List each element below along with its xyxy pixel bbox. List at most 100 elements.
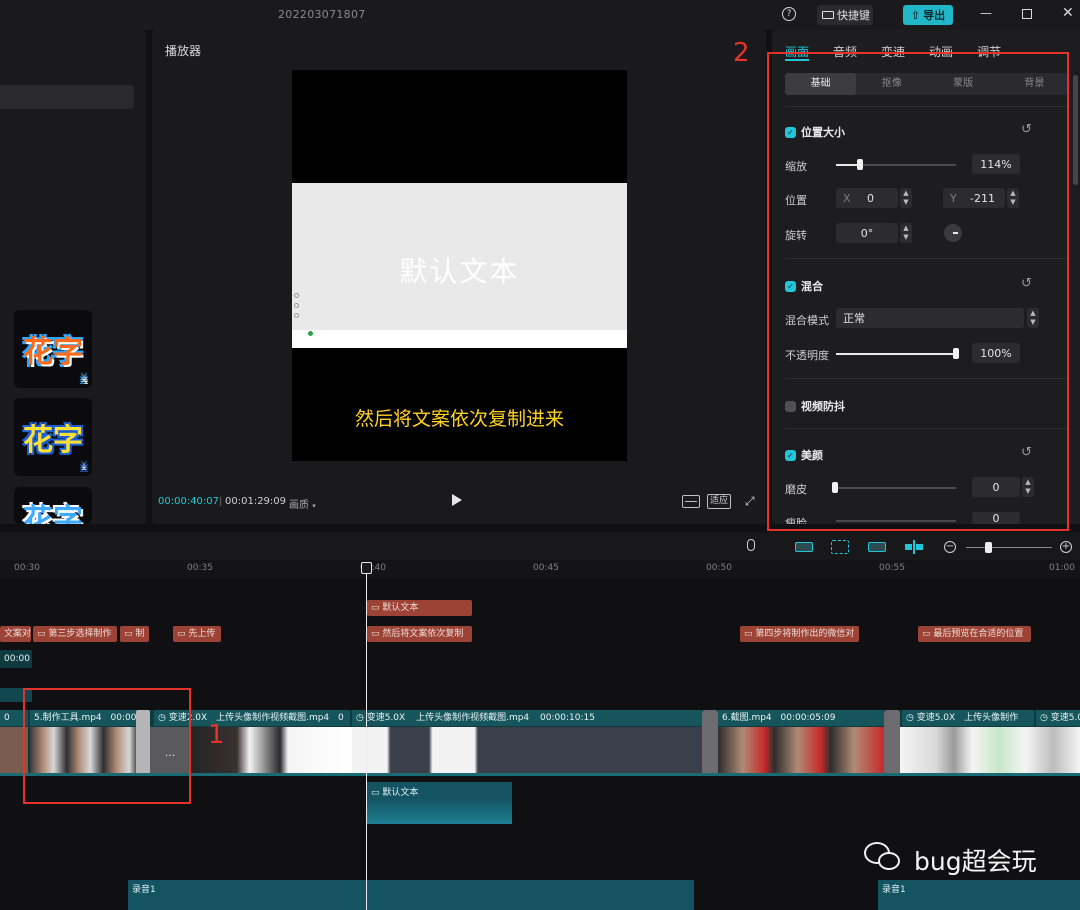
speed-icon: ◷ (906, 713, 917, 723)
speed-icon: ◷ (1040, 713, 1051, 723)
record-clip[interactable]: 录音1 (878, 880, 1080, 910)
text-clip[interactable]: ▭ 默认文本 (367, 600, 472, 616)
download-icon[interactable]: ⤓ (82, 374, 86, 384)
video-clip-speed: 变速5.0X (1050, 713, 1080, 723)
zoom-slider-knob[interactable] (985, 542, 992, 553)
annotation-number-1: 1 (208, 720, 225, 750)
zoom-in-icon[interactable]: + (1060, 541, 1072, 553)
audio-clip-label: 默认文本 (382, 788, 419, 798)
playhead-handle[interactable] (361, 562, 372, 574)
small-clip[interactable]: 00:00 (0, 650, 32, 668)
text-clip-icon: ▭ (371, 788, 383, 798)
video-clip-header[interactable]: 6.截图.mp4 00:00:05:09 (718, 710, 884, 726)
clip-thumbnail (900, 727, 1080, 773)
auto-snap-icon[interactable] (831, 540, 849, 554)
canvas-default-text[interactable]: 默认文本 (292, 250, 627, 290)
text-clip[interactable]: ▭ 制 (120, 626, 149, 642)
record-clip[interactable]: 录音1 (128, 880, 694, 910)
ruler-tick: 00:45 (533, 563, 559, 573)
screenshot-dot (294, 293, 299, 298)
microphone-icon[interactable] (747, 539, 755, 551)
video-clip-header[interactable]: ◷ 变速5.0X 上传头像制作视频截图.mp4 00:00:10:15 (352, 710, 702, 726)
wechat-logo-icon (864, 840, 904, 874)
text-clip-label: 默认文本 (382, 603, 419, 613)
text-clip[interactable]: ▭ 先上传 (173, 626, 221, 642)
waveform-icon[interactable] (682, 495, 700, 508)
video-clip-duration: 0 (338, 713, 344, 723)
ruler-tick: 01:00 (1049, 563, 1075, 573)
text-clip-label: 制 (135, 629, 145, 639)
text-clip-icon: ▭ (177, 629, 189, 639)
text-template-card[interactable]: 花字 ⤓ (14, 310, 92, 388)
text-template-preview: 花字 (23, 503, 83, 524)
preview-axis-icon[interactable] (905, 540, 923, 554)
video-clip-name: 上传头像制作 (964, 713, 1019, 723)
fit-ratio-button[interactable]: 适应 (707, 494, 731, 509)
material-search-input[interactable] (0, 85, 134, 109)
minimize-icon[interactable]: — (980, 6, 992, 20)
video-clip-header[interactable]: ◷ 变速5.0X (1036, 710, 1080, 726)
fullscreen-icon[interactable]: ⤢ (745, 494, 755, 509)
shortcut-label: 快捷键 (837, 9, 870, 22)
help-icon[interactable]: ? (782, 7, 796, 21)
screenshot-dot (308, 331, 313, 336)
linkage-icon[interactable] (868, 542, 886, 552)
clip-thumbnail (718, 727, 884, 773)
export-button[interactable]: ⇧ 导出 (903, 5, 953, 25)
video-clip-header[interactable]: ◷ 变速5.0X 上传头像制作 (902, 710, 1034, 726)
text-clip-icon: ▭ (744, 629, 756, 639)
maximize-icon[interactable] (1022, 9, 1032, 19)
text-clip-label: 文案对应 (4, 629, 31, 639)
text-clip-label: 第四步将制作出的微信对 (755, 629, 855, 639)
clip-thumbnail (352, 727, 702, 773)
text-clip[interactable]: ▭ 第三步选择制作 (33, 626, 117, 642)
play-icon[interactable] (452, 494, 462, 506)
video-clip-duration: 00:00:05:09 (780, 713, 836, 723)
text-template-card[interactable]: 花字 ⤓ (14, 398, 92, 476)
text-clip[interactable]: ▭ 最后预览在合适的位置 (918, 626, 1031, 642)
record-clip-label: 录音1 (132, 885, 156, 895)
annotation-number-2: 2 (733, 38, 750, 68)
caret-down-icon: ▾ (312, 502, 316, 510)
zoom-out-icon[interactable]: − (944, 541, 956, 553)
text-clip[interactable]: ▭ 第四步将制作出的微信对 (740, 626, 859, 642)
annotation-box-2 (767, 52, 1069, 531)
transition-handle[interactable] (884, 710, 900, 776)
video-clip-duration: 00:00:10:15 (540, 713, 595, 723)
shortcut-button[interactable]: 快捷键 (817, 5, 873, 25)
canvas-subtitle[interactable]: 然后将文案依次复制进来 (292, 404, 627, 431)
text-clip-label: 第三步选择制作 (48, 629, 112, 639)
text-clip[interactable]: 文案对应 (0, 626, 31, 642)
download-icon[interactable]: ⤓ (82, 462, 86, 472)
record-clip-label: 录音1 (882, 885, 906, 895)
video-clip-speed: 变速5.0X (916, 713, 956, 723)
current-time: 00:00:40:07 (158, 496, 220, 507)
upload-icon: ⇧ (910, 8, 921, 22)
text-clip-icon: ▭ (37, 629, 49, 639)
text-template-preview: 花字 (23, 423, 83, 458)
text-template-card[interactable]: 花字 (14, 487, 92, 524)
close-icon[interactable]: ✕ (1062, 5, 1074, 21)
video-clip-name: 6.截图.mp4 (722, 713, 772, 723)
playhead[interactable] (366, 566, 367, 910)
export-label: 导出 (923, 9, 946, 22)
ruler-tick: 00:55 (879, 563, 905, 573)
keyboard-icon (822, 11, 834, 19)
text-clip-icon: ▭ (124, 629, 136, 639)
text-clip[interactable]: ▭ 然后将文案依次复制 (367, 626, 472, 642)
transition-handle[interactable] (702, 710, 718, 776)
video-clip-speed: 变速5.0X (366, 713, 406, 723)
total-time: 00:01:29:09 (225, 496, 287, 507)
quality-label: 画质 (289, 500, 309, 511)
screenshot-dot (294, 303, 299, 308)
ruler-tick: 00:35 (187, 563, 213, 573)
text-template-preview: 花字 (23, 335, 83, 370)
text-clip-label: 然后将文案依次复制 (382, 629, 464, 639)
audio-clip[interactable]: ▭ 默认文本 (367, 782, 512, 824)
main-track-magnet-icon[interactable] (795, 542, 813, 552)
zoom-slider[interactable] (966, 547, 1052, 548)
inspector-scrollbar[interactable] (1073, 75, 1078, 185)
quality-dropdown[interactable]: 画质 ▾ (289, 496, 316, 511)
annotation-box-1 (23, 688, 191, 804)
text-clip-icon: ▭ (371, 603, 383, 613)
